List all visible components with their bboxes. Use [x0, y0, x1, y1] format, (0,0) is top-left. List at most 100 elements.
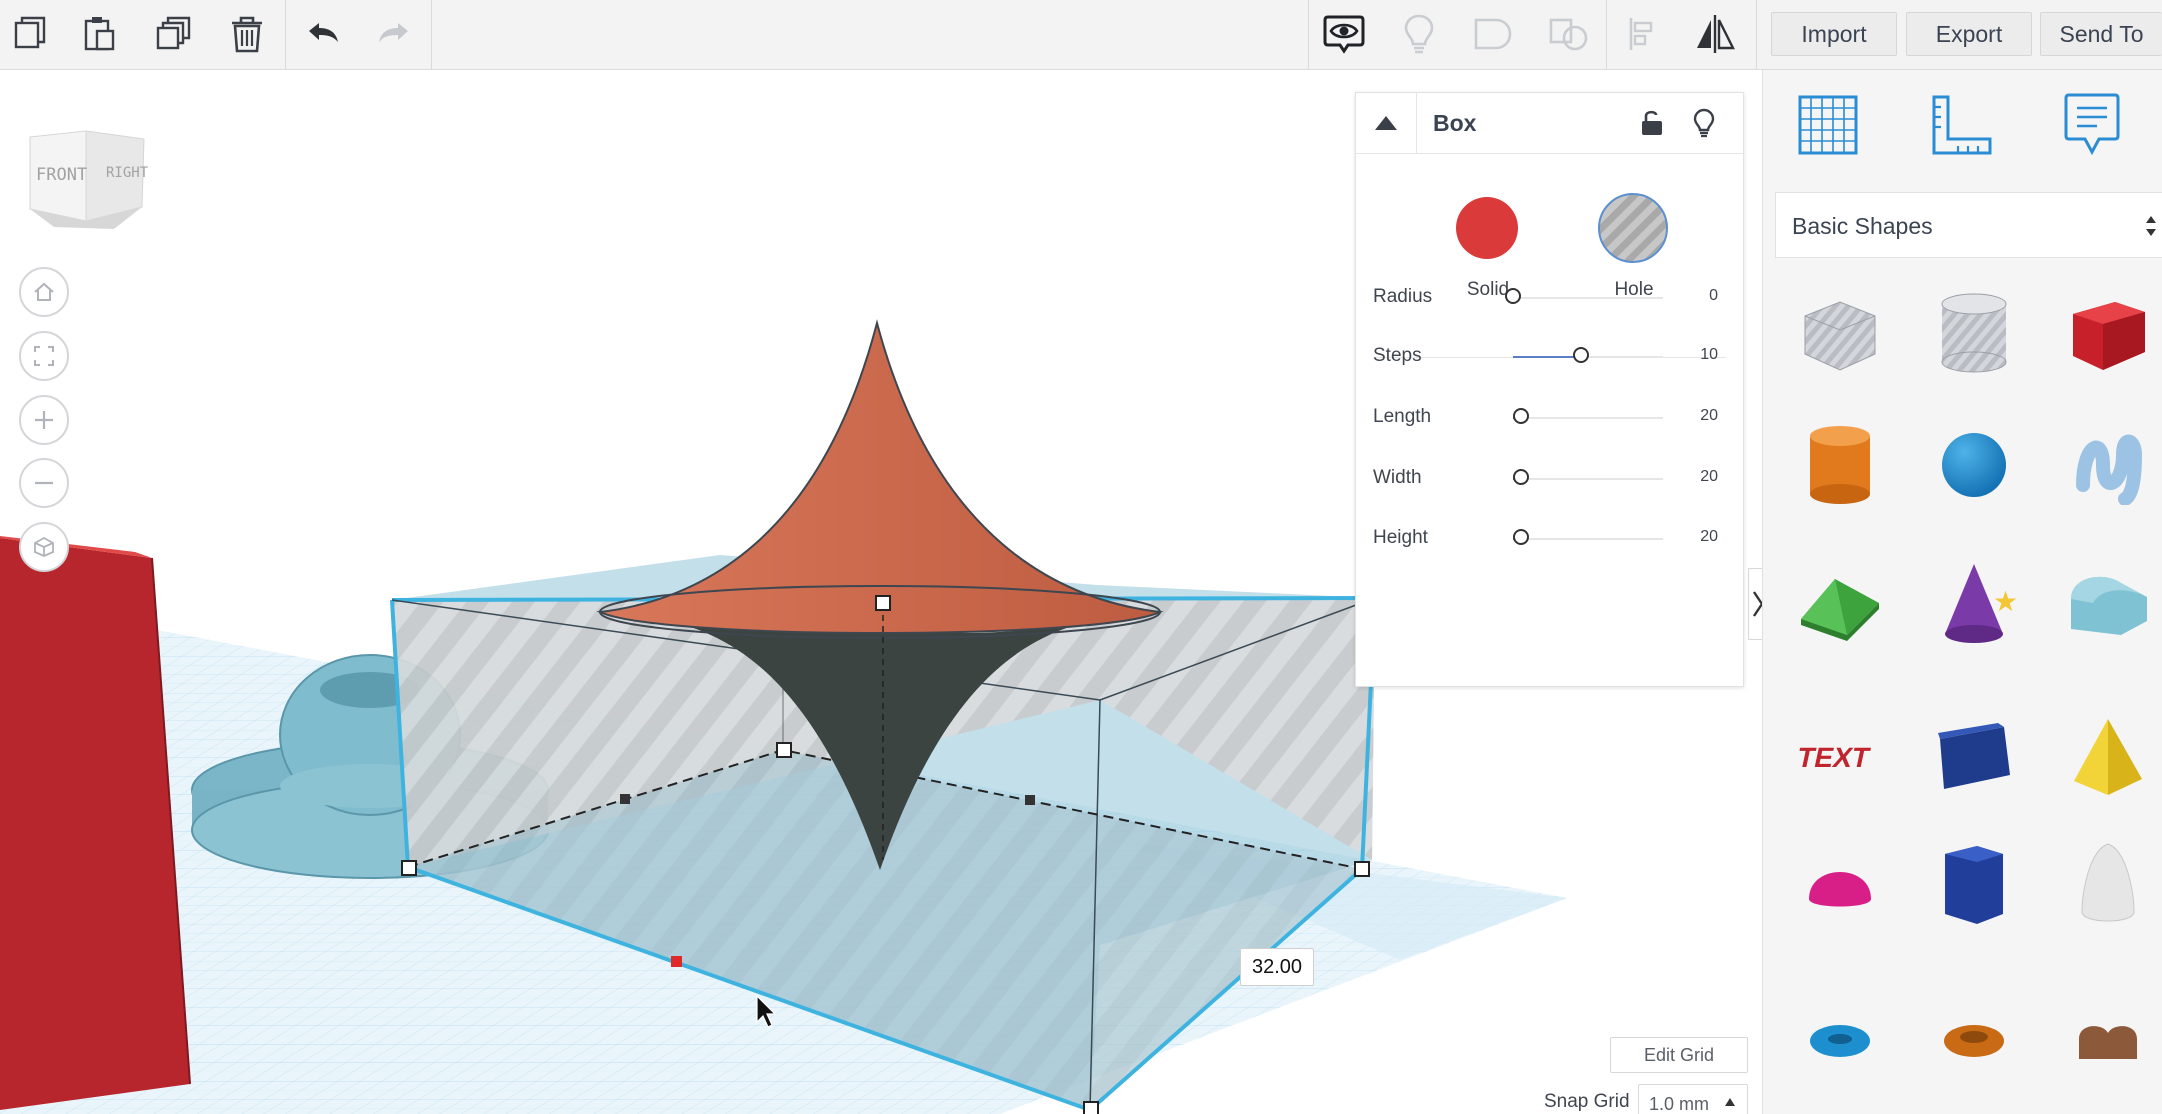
- shape-tile-polygon[interactable]: [1919, 832, 2029, 942]
- snap-grid-value: 1.0 mm: [1649, 1094, 1710, 1114]
- property-value[interactable]: 20: [1700, 528, 1718, 546]
- view-cube-right-face[interactable]: RIGHT: [106, 165, 148, 181]
- home-view-button[interactable]: [19, 267, 69, 317]
- ruler-tool-button[interactable]: [1927, 90, 1997, 160]
- paste-icon: [84, 17, 115, 51]
- edge-handle[interactable]: [620, 794, 630, 804]
- show-all-button[interactable]: [1314, 6, 1374, 62]
- scribble-icon: [2073, 425, 2143, 510]
- shape-library-select[interactable]: Basic Shapes: [1775, 192, 2162, 258]
- property-value[interactable]: 10: [1700, 346, 1718, 364]
- shape-tile-pyramid[interactable]: [2053, 704, 2162, 814]
- workplane-viewport[interactable]: FRONT RIGHT 32.00 Edit Grid Snap Grid 1.…: [0, 70, 1762, 1114]
- collapse-inspector-button[interactable]: [1356, 93, 1417, 153]
- property-label: Height: [1373, 527, 1428, 548]
- align-button[interactable]: [1613, 6, 1673, 62]
- shape-tile-cylinder-hole[interactable]: [1919, 280, 2029, 390]
- mirror-button[interactable]: [1685, 6, 1745, 62]
- red-box-shape[interactable]: [0, 536, 191, 1110]
- group-icon: [1474, 18, 1512, 50]
- view-cube[interactable]: FRONT RIGHT: [24, 125, 148, 235]
- undo-button[interactable]: [293, 6, 353, 62]
- corner-handle[interactable]: [776, 742, 792, 758]
- shape-tile-roof[interactable]: [1785, 550, 1895, 660]
- shape-grid: TEXT ★: [1763, 280, 2162, 1114]
- edit-grid-button[interactable]: Edit Grid: [1610, 1037, 1748, 1073]
- zoom-in-button[interactable]: [19, 395, 69, 445]
- copy-button[interactable]: [0, 6, 60, 62]
- toolbar-divider: [1756, 0, 1757, 70]
- property-slider[interactable]: [1512, 408, 1663, 424]
- shape-tile-torus[interactable]: [1785, 986, 1895, 1096]
- box-hole-icon: [1795, 288, 1885, 383]
- half-sphere-icon: [1805, 855, 1875, 920]
- solid-color-swatch[interactable]: [1456, 197, 1518, 259]
- perspective-button[interactable]: [19, 522, 69, 572]
- shape-tile-tube[interactable]: [1919, 986, 2029, 1096]
- shape-tile-cylinder[interactable]: [1785, 412, 1895, 522]
- slider-knob[interactable]: [1512, 408, 1529, 424]
- zoom-out-button[interactable]: [19, 458, 69, 508]
- toolbar-divider: [431, 0, 432, 70]
- property-slider[interactable]: [1513, 347, 1663, 363]
- slider-knob[interactable]: [1505, 288, 1521, 304]
- send-to-button[interactable]: Send To: [2040, 12, 2162, 56]
- visibility-bulb-button[interactable]: [1686, 105, 1722, 141]
- shape-tile-text[interactable]: TEXT: [1785, 704, 1895, 814]
- property-value[interactable]: 20: [1700, 468, 1718, 486]
- property-row-height: Height 20: [1373, 519, 1718, 559]
- lightbulb-button[interactable]: [1389, 6, 1449, 62]
- shape-tile-box[interactable]: [2053, 280, 2162, 390]
- dimension-readout[interactable]: 32.00: [1240, 948, 1314, 986]
- shapes-sidebar: Basic Shapes TEXT ★: [1762, 70, 2162, 1114]
- box-icon: [2063, 288, 2153, 383]
- torus-icon: [1805, 1019, 1875, 1064]
- slider-knob[interactable]: [1572, 347, 1589, 363]
- snap-grid-select[interactable]: 1.0 mm: [1638, 1084, 1748, 1114]
- view-cube-front-face[interactable]: FRONT: [36, 165, 87, 185]
- shape-tile-heart[interactable]: [2053, 986, 2162, 1096]
- shape-tile-sphere[interactable]: [1919, 412, 2029, 522]
- copy-icon: [14, 16, 46, 49]
- import-button[interactable]: Import: [1771, 12, 1897, 56]
- shape-tile-paraboloid[interactable]: [2053, 832, 2162, 942]
- corner-handle[interactable]: [1083, 1101, 1099, 1114]
- ungroup-button[interactable]: [1539, 6, 1599, 62]
- group-button[interactable]: [1464, 6, 1524, 62]
- slider-knob[interactable]: [1512, 529, 1529, 545]
- paste-button[interactable]: [70, 6, 130, 62]
- lightbulb-icon: [1404, 14, 1434, 54]
- workplane-tool-button[interactable]: [1793, 90, 1863, 160]
- duplicate-button[interactable]: [144, 6, 204, 62]
- sidebar-toggle-button[interactable]: [1748, 568, 1762, 640]
- fit-view-button[interactable]: [19, 331, 69, 381]
- undo-icon: [309, 23, 338, 42]
- inspector-title: Box: [1433, 110, 1477, 136]
- delete-button[interactable]: [217, 6, 277, 62]
- export-button[interactable]: Export: [1906, 12, 2032, 56]
- property-slider[interactable]: [1512, 529, 1663, 545]
- edge-handle-active[interactable]: [671, 956, 682, 967]
- shape-tile-half-sphere[interactable]: [1785, 832, 1895, 942]
- height-handle[interactable]: [875, 595, 891, 611]
- slider-knob[interactable]: [1512, 469, 1529, 485]
- lock-button[interactable]: [1634, 105, 1670, 141]
- corner-handle[interactable]: [401, 860, 417, 876]
- shape-tile-round-roof[interactable]: [2053, 550, 2162, 660]
- lightbulb-icon: [1693, 108, 1715, 138]
- hole-swatch[interactable]: [1598, 193, 1668, 263]
- edge-handle[interactable]: [1025, 795, 1035, 805]
- toolbar-divider: [285, 0, 286, 70]
- ungroup-icon: [1549, 18, 1588, 51]
- property-slider[interactable]: [1512, 469, 1663, 485]
- notes-tool-button[interactable]: [2057, 90, 2127, 160]
- property-slider[interactable]: [1505, 288, 1663, 304]
- shape-tile-wedge[interactable]: [1919, 704, 2029, 814]
- corner-handle[interactable]: [1354, 861, 1370, 877]
- redo-button[interactable]: [364, 6, 424, 62]
- property-row-length: Length 20: [1373, 398, 1718, 438]
- shape-tile-box-hole[interactable]: [1785, 280, 1895, 390]
- property-value[interactable]: 20: [1700, 407, 1718, 425]
- property-value[interactable]: 0: [1709, 287, 1718, 305]
- shape-tile-scribble[interactable]: [2053, 412, 2162, 522]
